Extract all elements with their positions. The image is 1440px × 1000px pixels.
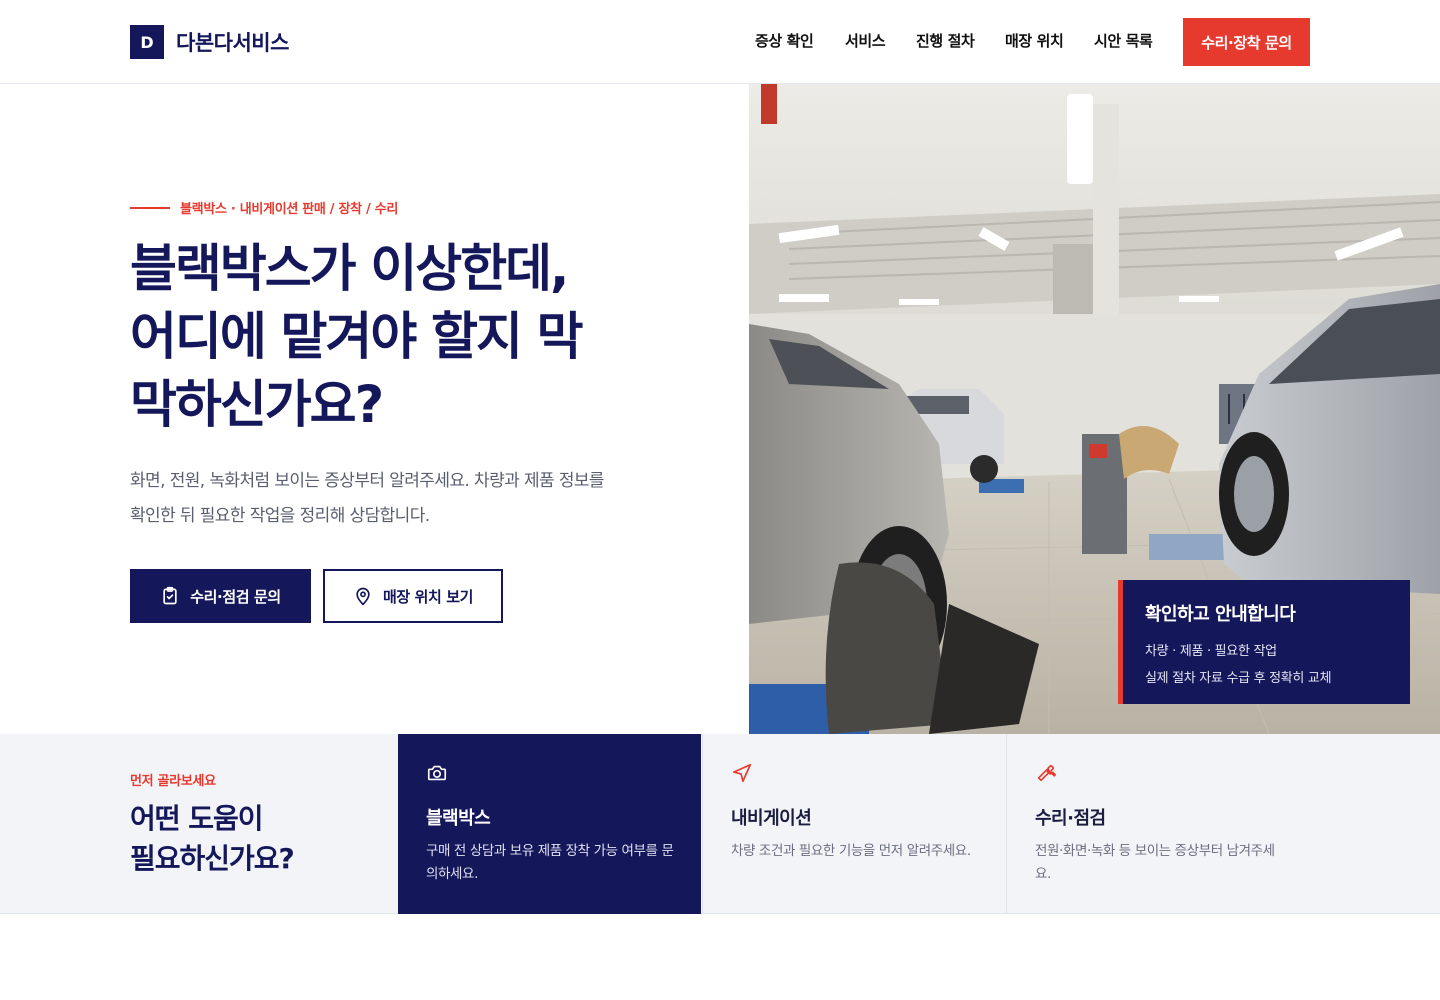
help-section: 먼저 골라보세요 어떤 도움이 필요하신가요? 블랙박스 구매 전 상담과 보유… — [0, 734, 1440, 914]
repair-inquiry-label: 수리·점검 문의 — [190, 587, 281, 606]
nav-item-drafts[interactable]: 시안 목록 — [1094, 30, 1153, 51]
service-card-navigation[interactable]: 내비게이션 차량 조건과 필요한 기능을 먼저 알려주세요. — [702, 734, 1005, 914]
site-header: D 다본다서비스 증상 확인 서비스 진행 절차 매장 위치 시안 목록 수리·… — [0, 0, 1440, 84]
nav-item-location[interactable]: 매장 위치 — [1005, 30, 1064, 51]
brand-logo[interactable]: D 다본다서비스 — [130, 25, 289, 59]
header-inquiry-button[interactable]: 수리·장착 문의 — [1183, 18, 1310, 66]
map-pin-icon — [353, 586, 373, 606]
help-title-line: 어떤 도움이 — [130, 802, 264, 835]
help-intro: 먼저 골라보세요 어떤 도움이 필요하신가요? — [130, 770, 370, 879]
logo-mark: D — [130, 25, 164, 59]
service-card-title: 수리·점검 — [1035, 808, 1106, 829]
nav-item-symptoms[interactable]: 증상 확인 — [755, 30, 814, 51]
hero-eyebrow: 블랙박스 · 내비게이션 판매 / 장착 / 수리 — [130, 198, 398, 217]
service-card-title: 내비게이션 — [731, 808, 812, 829]
service-card-desc: 차량 조건과 필요한 기능을 먼저 알려주세요. — [731, 843, 971, 859]
hero-description-line: 화면, 전원, 녹화처럼 보이는 증상부터 알려주세요. 차량과 제품 정보를 — [130, 471, 605, 491]
info-card: 확인하고 안내합니다 차량 · 제품 · 필요한 작업 실제 절차 자료 수급 … — [1118, 580, 1410, 704]
hero-description-line: 확인한 뒤 필요한 작업을 정리해 상담합니다. — [130, 506, 430, 526]
camera-icon — [426, 762, 448, 784]
info-card-line: 차량 · 제품 · 필요한 작업 — [1145, 644, 1277, 659]
help-title: 어떤 도움이 필요하신가요? — [130, 799, 370, 879]
info-card-line: 실제 절차 자료 수급 후 정확히 교체 — [1145, 671, 1332, 686]
hero-title-line: 어디에 맡겨야 할지 막 — [130, 308, 584, 367]
service-card-desc: 전원·화면·녹화 등 보이는 증상부터 남겨주세요. — [1035, 843, 1275, 882]
info-card-title: 확인하고 안내합니다 — [1145, 604, 1296, 625]
brand-name: 다본다서비스 — [176, 31, 289, 55]
nav-item-process[interactable]: 진행 절차 — [916, 30, 975, 51]
store-location-button[interactable]: 매장 위치 보기 — [323, 569, 503, 623]
eyebrow-line — [130, 206, 170, 209]
eyebrow-text: 블랙박스 · 내비게이션 판매 / 장착 / 수리 — [180, 202, 399, 217]
repair-inquiry-button[interactable]: 수리·점검 문의 — [130, 569, 311, 623]
hero-title-line: 블랙박스가 이상한데, — [130, 240, 569, 299]
hero-description: 화면, 전원, 녹화처럼 보이는 증상부터 알려주세요. 차량과 제품 정보를 … — [130, 464, 700, 534]
help-eyebrow: 먼저 골라보세요 — [130, 774, 216, 789]
clipboard-check-icon — [160, 586, 180, 606]
hero-title-line: 막하신가요? — [130, 376, 384, 435]
nav-item-services[interactable]: 서비스 — [845, 30, 886, 51]
service-card-desc: 구매 전 상담과 보유 제품 장착 가능 여부를 문의하세요. — [426, 843, 674, 882]
navigation-icon — [731, 762, 753, 784]
wrench-icon — [1035, 762, 1057, 784]
service-card-blackbox[interactable]: 블랙박스 구매 전 상담과 보유 제품 장착 가능 여부를 문의하세요. — [398, 734, 701, 914]
hero-title: 블랙박스가 이상한데, 어디에 맡겨야 할지 막 막하신가요? — [130, 236, 690, 440]
service-card-title: 블랙박스 — [426, 808, 491, 829]
service-card-repair[interactable]: 수리·점검 전원·화면·녹화 등 보이는 증상부터 남겨주세요. — [1006, 734, 1440, 914]
store-location-label: 매장 위치 보기 — [382, 587, 474, 606]
help-title-line: 필요하신가요? — [130, 842, 295, 875]
